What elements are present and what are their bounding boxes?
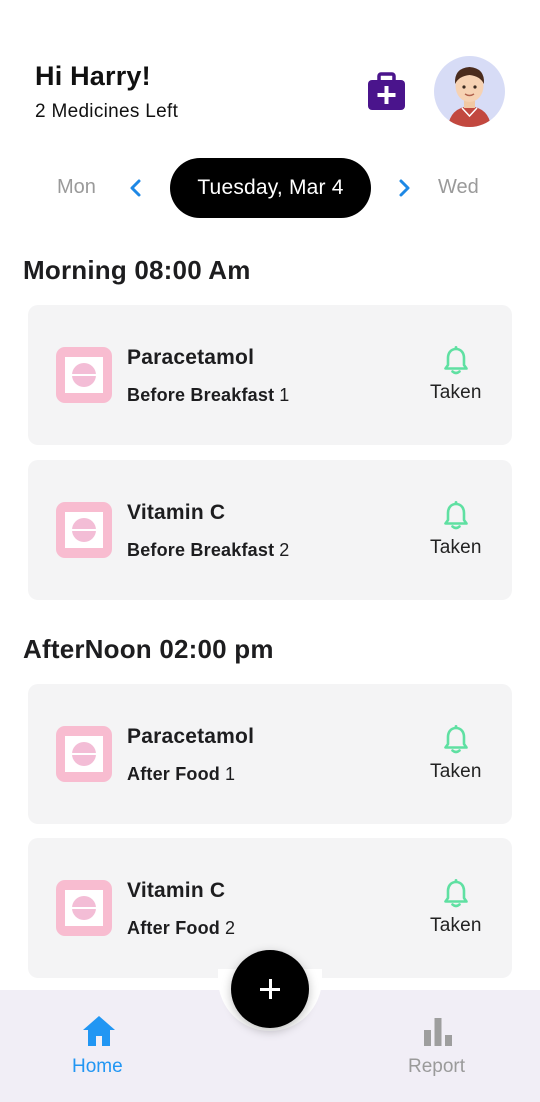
medicine-name: Paracetamol — [127, 346, 255, 369]
bell-icon[interactable] — [443, 501, 469, 530]
status-label: Taken — [430, 761, 482, 782]
pill-icon — [56, 880, 112, 936]
header: Hi Harry! 2 Medicines Left — [0, 0, 540, 150]
dose-quantity: 2 — [224, 918, 236, 938]
date-selector: Mon Tuesday, Mar 4 Wed — [0, 158, 540, 218]
timing-label: Before Breakfast — [127, 540, 275, 560]
medicine-timing: After Food 2 — [127, 918, 235, 939]
timing-label: After Food — [127, 918, 220, 938]
medicine-name: Vitamin C — [127, 879, 226, 902]
previous-day-label[interactable]: Mon — [57, 176, 96, 199]
status-label: Taken — [430, 915, 482, 936]
user-avatar-icon — [448, 67, 491, 127]
bell-icon[interactable] — [443, 725, 469, 754]
chevron-left-icon[interactable] — [127, 176, 145, 200]
chevron-right-icon[interactable] — [395, 176, 413, 200]
status-label: Taken — [430, 382, 482, 403]
medical-kit-icon[interactable] — [368, 72, 405, 110]
timing-label: Before Breakfast — [127, 385, 275, 405]
medicine-timing: Before Breakfast 1 — [127, 385, 289, 406]
medicine-name: Paracetamol — [127, 725, 255, 748]
dose-quantity: 1 — [224, 764, 236, 784]
dose-quantity: 1 — [279, 385, 290, 405]
plus-icon-vertical — [269, 979, 272, 999]
nav-home-label[interactable]: Home — [72, 1056, 123, 1078]
status-label: Taken — [430, 537, 482, 558]
pill-icon — [56, 347, 112, 403]
medicine-card[interactable]: Paracetamol After Food 1 Taken — [28, 684, 512, 824]
bar-chart-icon[interactable] — [423, 1016, 453, 1046]
medicine-name: Vitamin C — [127, 501, 226, 524]
timing-label: After Food — [127, 764, 220, 784]
next-day-label[interactable]: Wed — [438, 176, 479, 199]
medicines-left-text: 2 Medicines Left — [35, 101, 179, 122]
bell-icon[interactable] — [443, 879, 469, 908]
pill-icon — [56, 726, 112, 782]
section-title-afternoon: AfterNoon 02:00 pm — [23, 634, 274, 664]
medicine-card[interactable]: Vitamin C Before Breakfast 2 Taken — [28, 460, 512, 600]
add-medicine-button[interactable] — [231, 950, 309, 1028]
medicine-card[interactable]: Paracetamol Before Breakfast 1 Taken — [28, 305, 512, 445]
bell-icon[interactable] — [443, 346, 469, 375]
medicine-timing: After Food 1 — [127, 764, 235, 785]
greeting-title: Hi Harry! — [35, 61, 151, 91]
home-icon[interactable] — [82, 1015, 116, 1047]
pill-icon — [56, 502, 112, 558]
dose-quantity: 2 — [279, 540, 290, 560]
section-title-morning: Morning 08:00 Am — [23, 255, 251, 285]
nav-report-label[interactable]: Report — [408, 1056, 465, 1078]
avatar[interactable] — [434, 56, 505, 127]
current-date-pill[interactable]: Tuesday, Mar 4 — [170, 158, 371, 218]
medicine-timing: Before Breakfast 2 — [127, 540, 289, 561]
